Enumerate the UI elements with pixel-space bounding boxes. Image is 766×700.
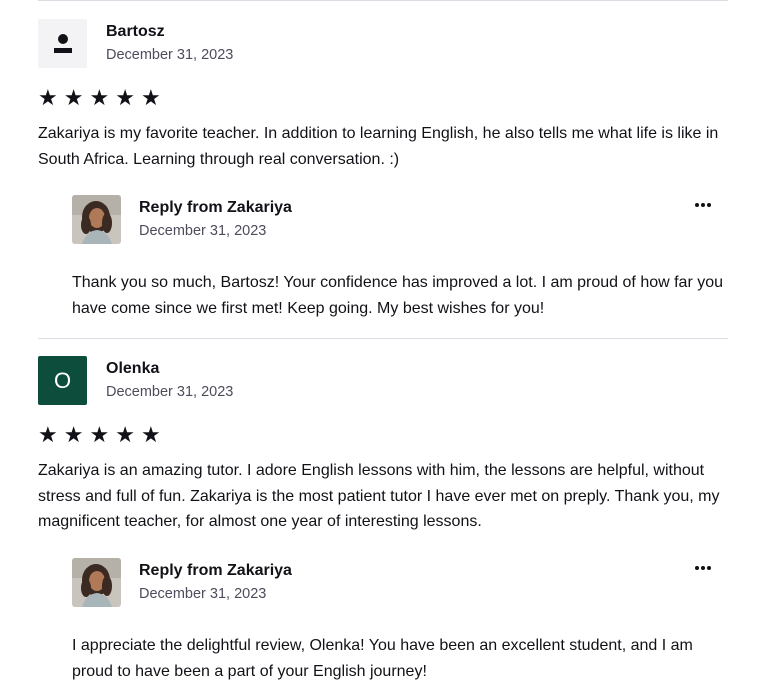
star-icon: ★ <box>38 422 58 447</box>
dot <box>707 203 711 207</box>
reply-date: December 31, 2023 <box>139 223 267 239</box>
review-text: Zakariya is my favorite teacher. In addi… <box>38 125 719 168</box>
star-icon: ★ <box>89 85 110 110</box>
more-horizontal-icon[interactable] <box>695 566 711 570</box>
star-rating: ★ ★ ★ ★ ★ <box>38 87 161 109</box>
star-icon: ★ <box>115 85 135 110</box>
person-placeholder-icon <box>53 33 72 53</box>
reply-title: Reply from Zakariya <box>139 562 292 579</box>
reply-date: December 31, 2023 <box>139 586 267 602</box>
review-text: Zakariya is an amazing tutor. I adore En… <box>38 462 720 530</box>
star-icon: ★ <box>140 422 161 447</box>
dot <box>701 566 705 570</box>
dot <box>695 203 699 207</box>
review-date: December 31, 2023 <box>106 384 234 400</box>
reviewer-name: Bartosz <box>106 23 165 40</box>
reply-text: Thank you so much, Bartosz! Your confide… <box>72 274 724 317</box>
tutor-photo <box>72 558 121 607</box>
tutor-avatar <box>72 195 121 244</box>
more-horizontal-icon[interactable] <box>695 203 711 207</box>
tutor-photo <box>72 195 121 244</box>
star-icon: ★ <box>63 85 84 110</box>
avatar <box>38 19 87 68</box>
star-icon: ★ <box>63 422 84 447</box>
top-divider <box>38 0 728 1</box>
star-icon: ★ <box>89 422 110 447</box>
dot <box>707 566 711 570</box>
reply-text: I appreciate the delightful review, Olen… <box>72 637 693 680</box>
review-date: December 31, 2023 <box>106 47 234 63</box>
dot <box>695 566 699 570</box>
tutor-avatar <box>72 558 121 607</box>
star-icon: ★ <box>140 85 161 110</box>
star-icon: ★ <box>115 422 135 447</box>
review-divider <box>38 338 728 339</box>
star-icon: ★ <box>38 85 58 110</box>
star-rating: ★ ★ ★ ★ ★ <box>38 424 161 446</box>
avatar: O <box>38 356 87 405</box>
reply-title: Reply from Zakariya <box>139 199 292 216</box>
reviewer-name: Olenka <box>106 360 160 377</box>
dot <box>701 203 705 207</box>
